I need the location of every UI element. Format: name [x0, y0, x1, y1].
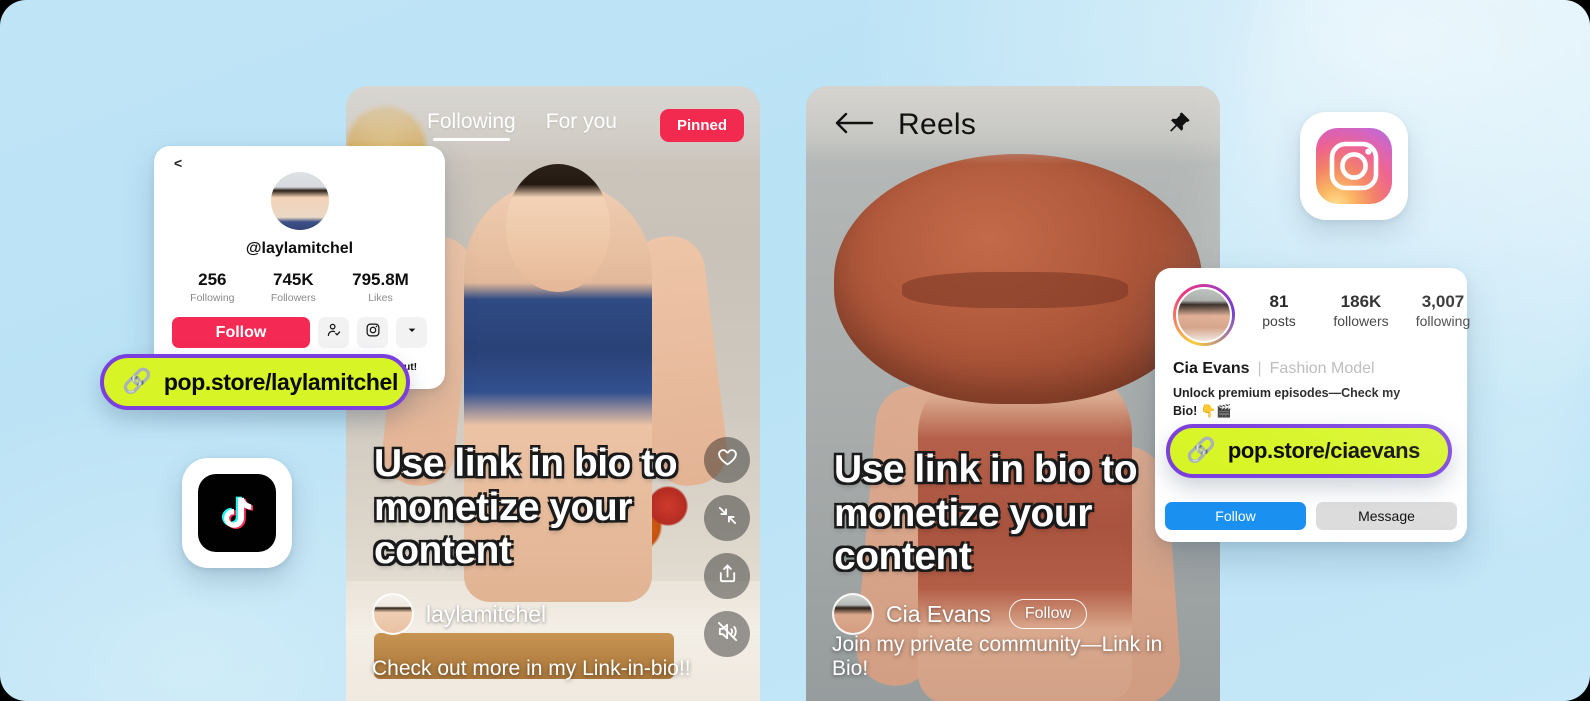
avatar[interactable] [372, 593, 414, 635]
tiktok-profile-card: < @laylamitchel 256 Following 745K Follo… [154, 146, 445, 389]
tab-for-you[interactable]: For you [546, 110, 617, 141]
like-button[interactable] [704, 437, 750, 483]
stat-followers: 186K followers [1333, 292, 1389, 329]
tiktok-profile-actions: Follow [172, 317, 427, 348]
chevron-down-icon [404, 322, 420, 343]
stat-label: following [1415, 313, 1471, 329]
mute-icon [716, 620, 739, 648]
stat-posts: 81 posts [1251, 292, 1307, 329]
stat-value: 745K [272, 270, 314, 289]
follow-button[interactable]: Follow [172, 317, 310, 348]
stat-value: 3,007 [1421, 292, 1465, 311]
instagram-profile-name-row: Cia Evans | Fashion Model [1173, 360, 1449, 378]
stat-label: Following [190, 292, 235, 304]
instagram-profile-buttons: Follow Message [1165, 502, 1457, 530]
tiktok-profile-handle: @laylamitchel [245, 240, 354, 257]
instagram-link-in-bio-pill[interactable]: 🔗 pop.store/ciaevans [1166, 424, 1452, 478]
instagram-app-icon-badge[interactable] [1300, 112, 1408, 220]
pushpin-icon[interactable] [1166, 110, 1192, 141]
tiktok-action-rail [704, 437, 750, 657]
heart-icon [716, 446, 739, 474]
back-arrow-icon[interactable] [834, 110, 874, 141]
follow-button[interactable]: Follow [1165, 502, 1306, 530]
add-friend-icon [326, 322, 342, 343]
tiktok-link-in-bio-pill[interactable]: 🔗 pop.store/laylamitchel [100, 354, 410, 410]
instagram-profile-header: 81 posts 186K followers 3,007 following [1173, 284, 1470, 346]
back-chevron-icon[interactable]: < [174, 156, 427, 170]
tiktok-video-caption: Check out more in my Link-in-bio!! [372, 657, 691, 680]
stat-label: Followers [270, 292, 316, 304]
reels-video-caption: Join my private community—Link in Bio! [832, 633, 1163, 680]
instagram-icon [365, 322, 381, 343]
reels-author-row[interactable]: Cia Evans Follow [832, 593, 1088, 635]
instagram-link-url: pop.store/ciaevans [1227, 438, 1421, 463]
collapse-arrows-icon [716, 504, 739, 532]
share-button[interactable] [704, 553, 750, 599]
tiktok-author-row[interactable]: laylamitchel [372, 593, 546, 635]
collapse-button[interactable] [704, 495, 750, 541]
mute-button[interactable] [704, 611, 750, 657]
avatar[interactable] [832, 593, 874, 635]
link-chain-icon: 🔗 [1186, 437, 1216, 464]
stat-followers: 745K Followers [271, 270, 316, 304]
tiktok-app-icon-badge[interactable] [182, 458, 292, 568]
tiktok-feed-tabs: Following For you [381, 110, 617, 141]
instagram-app-icon [1315, 127, 1393, 205]
reels-title: Reels [898, 108, 977, 141]
stat-following: 3,007 following [1415, 292, 1471, 329]
reels-video-hat-band [902, 272, 1128, 308]
tab-following[interactable]: Following [427, 110, 516, 141]
instagram-profile-name: Cia Evans [1173, 360, 1250, 377]
reels-follow-button[interactable]: Follow [1008, 599, 1088, 629]
add-friend-button[interactable] [318, 317, 349, 348]
stat-value: 256 [198, 270, 227, 289]
avatar[interactable] [1173, 284, 1235, 346]
share-icon [716, 562, 739, 590]
message-button[interactable]: Message [1316, 502, 1457, 530]
avatar[interactable] [270, 172, 329, 230]
stat-value: 186K [1340, 292, 1382, 311]
more-options-button[interactable] [396, 317, 427, 348]
stat-value: 795.8M [352, 270, 409, 289]
tiktok-overlay-caption: Use link in bio to monetize your content [374, 441, 678, 573]
link-chain-icon: 🔗 [122, 368, 152, 395]
reels-author-name[interactable]: Cia Evans [886, 601, 991, 628]
stat-value: 81 [1269, 292, 1289, 311]
instagram-profile-card: 81 posts 186K followers 3,007 following … [1155, 268, 1470, 542]
reels-topbar: Reels [806, 86, 1220, 164]
stat-label: Likes [368, 292, 393, 304]
stat-following: 256 Following [190, 270, 234, 304]
stat-likes: 795.8M Likes [352, 270, 409, 304]
pinned-badge: Pinned [659, 108, 744, 142]
tiktok-link-url: pop.store/laylamitchel [163, 368, 398, 395]
stat-label: posts [1262, 313, 1296, 329]
name-divider: | [1257, 360, 1262, 377]
tiktok-profile-stats: 256 Following 745K Followers 795.8M Like… [172, 270, 427, 304]
avatar-image [1176, 287, 1232, 343]
tiktok-app-icon [198, 474, 276, 552]
tiktok-author-name[interactable]: laylamitchel [426, 601, 546, 628]
instagram-profile-stats: 81 posts 186K followers 3,007 following [1251, 284, 1471, 329]
reels-overlay-caption: Use link in bio to monetize your content [834, 447, 1138, 579]
tiktok-video-subject-head [506, 164, 610, 292]
instagram-profile-bio: Unlock premium episodes—Check my Bio! 👇🎬 [1173, 386, 1401, 419]
instagram-link-button[interactable] [357, 317, 388, 348]
instagram-profile-category: Fashion Model [1269, 360, 1375, 377]
stat-label: followers [1333, 313, 1389, 329]
screenshot-canvas: Following For you Pinned Use link in bio… [0, 0, 1590, 701]
